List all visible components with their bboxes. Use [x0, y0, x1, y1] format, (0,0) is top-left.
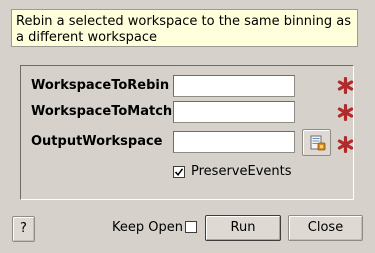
workspace-to-match-label: WorkspaceToMatch — [31, 104, 173, 119]
browse-workspace-icon — [310, 135, 326, 151]
help-button[interactable]: ? — [12, 216, 35, 242]
output-workspace-input[interactable] — [173, 131, 295, 153]
algorithm-description: Rebin a selected workspace to the same b… — [11, 9, 358, 47]
required-asterisk-icon — [337, 136, 354, 153]
preserve-events-checkbox[interactable] — [173, 166, 185, 178]
close-button[interactable]: Close — [288, 215, 363, 241]
output-workspace-label: OutputWorkspace — [31, 134, 163, 149]
workspace-to-match-input[interactable] — [173, 101, 295, 123]
required-asterisk-icon — [337, 104, 354, 121]
preserve-events-label: PreserveEvents — [191, 164, 292, 179]
checkmark-icon — [174, 168, 184, 177]
workspace-to-rebin-input[interactable] — [173, 75, 295, 97]
workspace-to-rebin-label: WorkspaceToRebin — [31, 78, 170, 93]
browse-workspace-button[interactable] — [302, 129, 331, 156]
run-button[interactable]: Run — [205, 215, 281, 241]
required-asterisk-icon — [337, 77, 354, 94]
keep-open-checkbox[interactable] — [185, 221, 197, 233]
rebin-to-workspace-dialog: Rebin a selected workspace to the same b… — [0, 0, 375, 253]
keep-open-label: Keep Open — [112, 220, 183, 235]
